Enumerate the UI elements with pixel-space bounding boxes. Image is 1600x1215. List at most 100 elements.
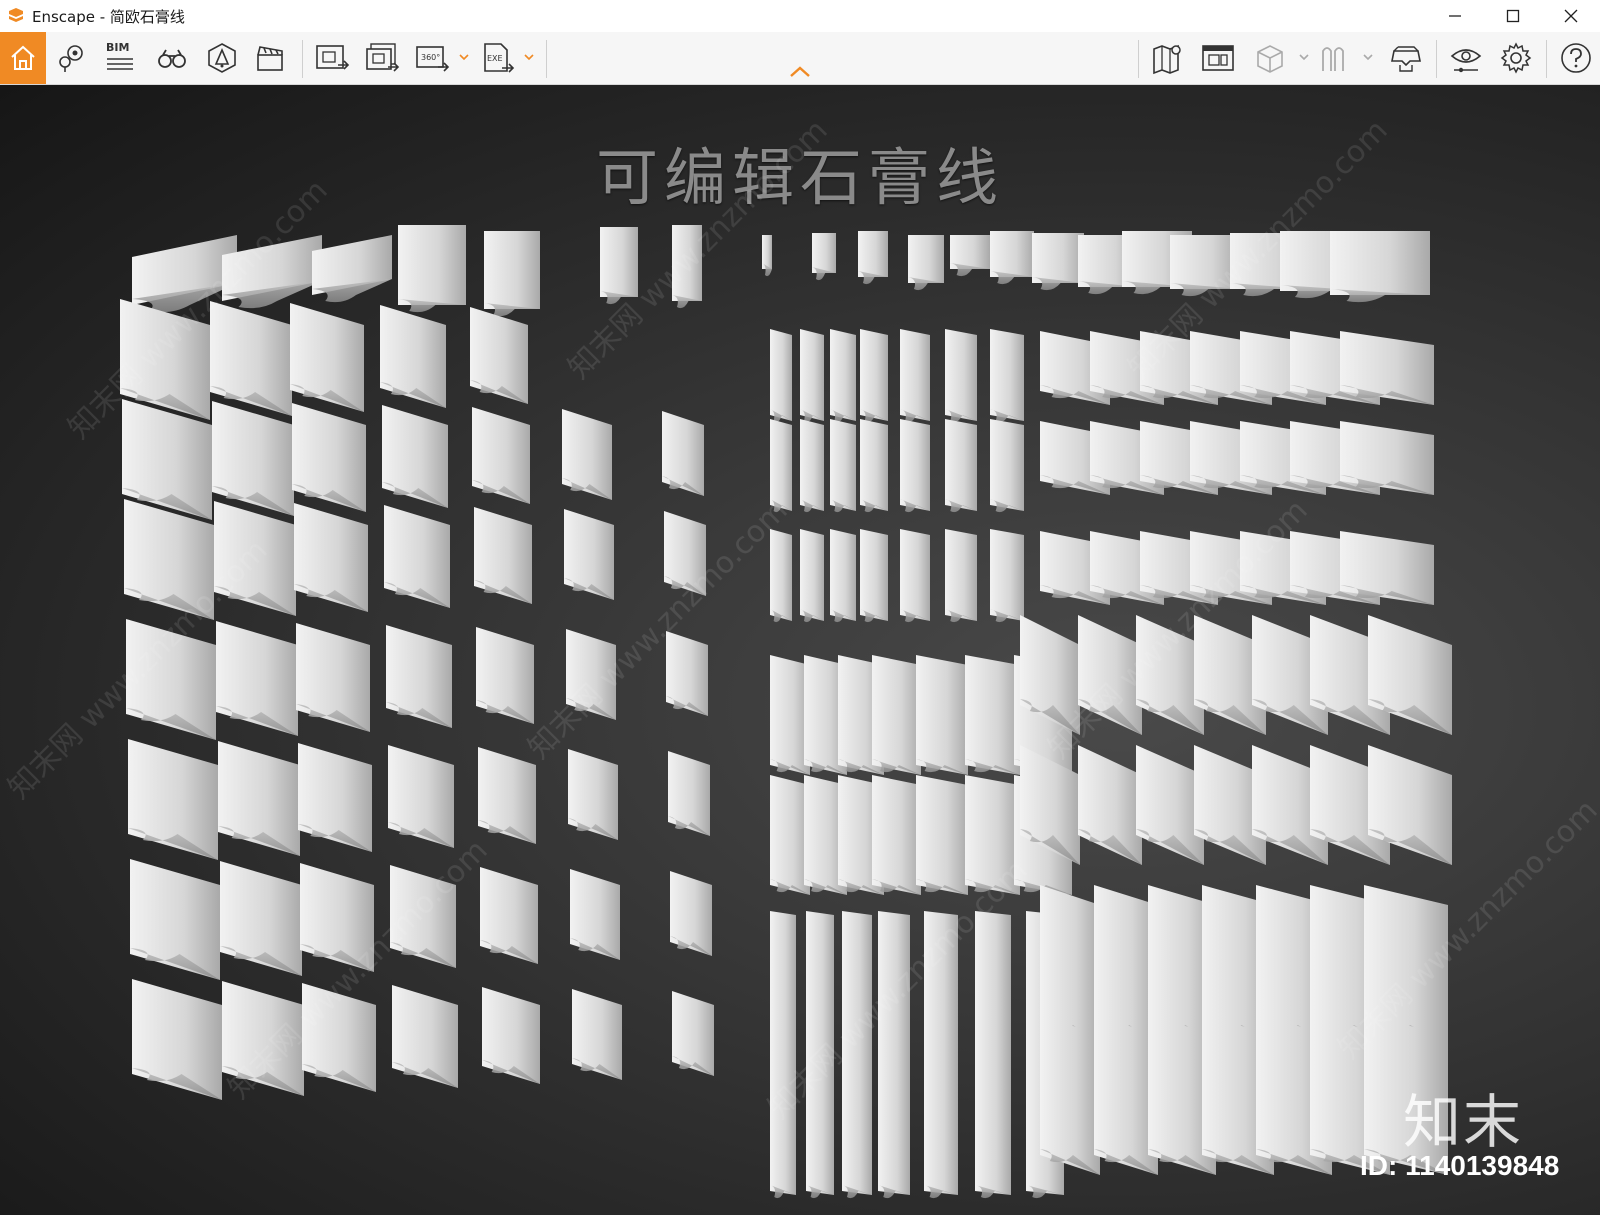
- asset-library-button[interactable]: [202, 38, 242, 78]
- moulding-piece: [662, 411, 704, 496]
- render-viewport[interactable]: 可编辑石膏线 知末网 www.znzmo.com 知末网 www.znzmo.c…: [0, 85, 1600, 1215]
- moulding-piece: [296, 623, 370, 732]
- moulding-piece: [975, 1041, 1011, 1199]
- moulding-piece: [830, 329, 856, 423]
- map-icon: [1153, 44, 1181, 75]
- moulding-piece: [220, 861, 302, 976]
- chevron-down-icon: [1299, 54, 1309, 61]
- cube-button[interactable]: [1250, 38, 1290, 78]
- moulding-piece: [218, 741, 300, 856]
- toolbar-separator: [302, 40, 303, 78]
- moulding-piece: [298, 743, 372, 852]
- moulding-piece: [292, 403, 366, 512]
- moulding-piece: [480, 867, 538, 964]
- batch-render-button[interactable]: [362, 38, 402, 78]
- moulding-piece: [878, 1041, 910, 1199]
- materials-icon: [1322, 47, 1344, 71]
- toolbar-separator: [1436, 40, 1437, 78]
- chevron-down-icon: [524, 54, 534, 61]
- moulding-piece: [470, 307, 528, 404]
- moulding-piece: [872, 775, 921, 895]
- export-exe-icon: EXE: [484, 43, 515, 73]
- moulding-piece: [562, 409, 612, 500]
- moulding-piece: [568, 749, 618, 840]
- moulding-piece: [666, 631, 708, 716]
- close-button[interactable]: [1542, 0, 1600, 32]
- moulding-piece: [1040, 1015, 1100, 1175]
- moulding-piece: [392, 985, 458, 1088]
- moulding-piece: [1136, 745, 1204, 865]
- moulding-piece: [388, 745, 454, 848]
- render-screenshot-button[interactable]: [312, 38, 352, 78]
- moulding-piece: [482, 987, 540, 1084]
- moulding-piece: [770, 329, 792, 423]
- map-button[interactable]: [1148, 38, 1188, 78]
- cube-icon: [1257, 45, 1283, 73]
- asset-id: ID: 1140139848: [1360, 1150, 1560, 1181]
- moulding-piece: [860, 329, 888, 423]
- view-settings-button[interactable]: [1446, 38, 1486, 78]
- moulding-piece: [965, 655, 1020, 775]
- moulding-piece: [900, 329, 930, 423]
- collapse-toolbar-icon[interactable]: [788, 64, 812, 80]
- moulding-piece: [990, 419, 1024, 513]
- maximize-button[interactable]: [1484, 0, 1542, 32]
- moulding-piece: [762, 235, 772, 277]
- moulding-piece: [990, 329, 1024, 423]
- moulding-piece: [474, 507, 532, 604]
- window-title: Enscape - 简欧石膏线: [32, 7, 185, 26]
- help-icon: [1561, 43, 1591, 73]
- moulding-piece: [916, 775, 968, 895]
- close-icon: [1564, 9, 1578, 23]
- home-icon: [11, 45, 35, 70]
- export-dropdown[interactable]: [523, 50, 535, 64]
- moulding-piece: [990, 529, 1024, 623]
- toolbar-separator: [546, 40, 547, 78]
- toolbar-separator: [1546, 40, 1547, 78]
- moulding-piece: [128, 739, 218, 860]
- clapperboard-icon: [257, 46, 283, 71]
- export-button[interactable]: EXE: [478, 38, 518, 78]
- moulding-piece: [860, 419, 888, 513]
- svg-text:360°: 360°: [421, 53, 440, 62]
- minimize-button[interactable]: [1426, 0, 1484, 32]
- video-editor-button[interactable]: [250, 38, 290, 78]
- panorama-360-icon: 360°: [416, 46, 450, 72]
- materials-dropdown[interactable]: [1362, 50, 1374, 64]
- cube-dropdown[interactable]: [1298, 50, 1310, 64]
- materials-button[interactable]: [1314, 38, 1354, 78]
- moulding-piece: [386, 625, 452, 728]
- binoculars-button[interactable]: [152, 38, 192, 78]
- views-button[interactable]: [52, 38, 92, 78]
- moulding-piece: [950, 235, 990, 277]
- moulding-piece: [900, 529, 930, 623]
- moulding-piece: [130, 859, 220, 980]
- moulding-piece: [858, 231, 888, 285]
- vr-button[interactable]: [1386, 38, 1426, 78]
- moulding-piece: [1032, 233, 1084, 291]
- settings-button[interactable]: [1496, 38, 1536, 78]
- asset-library-icon: [208, 43, 236, 73]
- moulding-piece: [830, 419, 856, 513]
- moulding-piece: [484, 231, 540, 317]
- moulding-piece: [800, 329, 824, 423]
- panorama-dropdown[interactable]: [458, 50, 470, 64]
- binoculars-icon: [158, 49, 186, 68]
- moulding-piece: [945, 329, 977, 423]
- moulding-piece: [990, 231, 1034, 285]
- home-button[interactable]: [0, 32, 46, 84]
- visual-settings-button[interactable]: [1198, 38, 1238, 78]
- toolbar-separator: [1138, 40, 1139, 78]
- gear-icon: [1500, 42, 1532, 74]
- brand-logo-text: 知末: [1403, 1088, 1524, 1156]
- help-button[interactable]: [1556, 38, 1596, 78]
- moulding-piece: [672, 991, 714, 1076]
- moulding-piece: [570, 869, 620, 960]
- moulding-piece: [916, 655, 968, 775]
- moulding-piece: [132, 979, 222, 1100]
- location-pins-icon: [59, 45, 83, 72]
- minimize-icon: [1449, 15, 1461, 17]
- moulding-piece: [478, 747, 536, 844]
- moulding-piece: [872, 655, 921, 775]
- panorama-button[interactable]: 360°: [412, 38, 452, 78]
